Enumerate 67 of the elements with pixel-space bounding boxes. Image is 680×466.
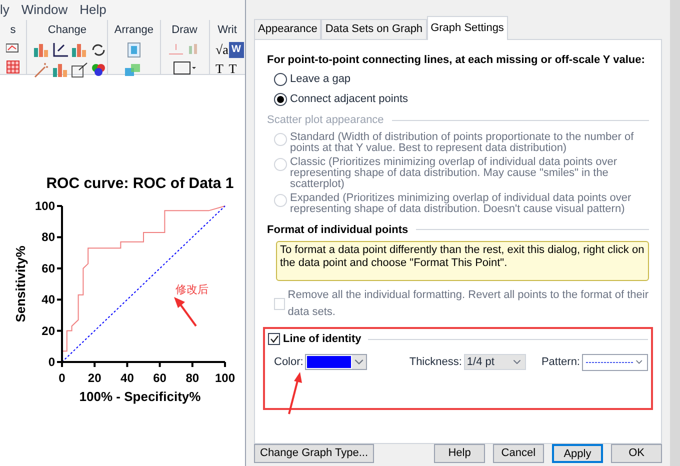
chart-icon[interactable] bbox=[6, 42, 20, 56]
dialog-button[interactable]: Help bbox=[434, 444, 485, 463]
ribbon-group-label: s bbox=[10, 23, 16, 38]
dialog-button[interactable]: Change Graph Type... bbox=[254, 444, 374, 463]
field-label: Color: bbox=[274, 354, 304, 370]
field-label: Pattern: bbox=[541, 354, 580, 370]
ribbon-group-label: Writ bbox=[218, 23, 237, 38]
text-tool[interactable]: T bbox=[228, 60, 239, 76]
radio-label: Classic (Prioritizes minimizing overlap of individual data points over representing shape of data distribution. May cause "smiles" in the scatterplot) bbox=[290, 156, 618, 190]
dialog-button[interactable]: Cancel bbox=[492, 444, 544, 463]
hint-box: To format a data point differently than the rest, exit this dialog, right click on the data point and choose "Format This Point". bbox=[276, 241, 649, 281]
axis-title: Sensitivity% bbox=[13, 246, 28, 322]
radio-label: Leave a gap bbox=[290, 72, 351, 87]
ribbon-group-label: Arrange bbox=[114, 23, 154, 38]
rectangle-icon[interactable] bbox=[172, 60, 196, 76]
pattern-dropdown[interactable] bbox=[582, 354, 648, 370]
tick-label: 60 bbox=[42, 261, 55, 276]
menu-item[interactable]: ly bbox=[0, 0, 10, 20]
tab[interactable]: Graph Settings bbox=[426, 16, 508, 40]
chart-title: ROC curve: ROC of Data 1 bbox=[46, 175, 234, 192]
check-icon bbox=[270, 335, 278, 344]
annotation-arrow bbox=[287, 371, 303, 415]
dialog-button[interactable]: OK bbox=[611, 444, 662, 463]
color-dropdown[interactable] bbox=[305, 354, 368, 370]
tick-label: 60 bbox=[153, 371, 166, 385]
checkbox[interactable] bbox=[268, 333, 280, 346]
frame-icon[interactable] bbox=[126, 42, 142, 58]
menu-item[interactable]: Help bbox=[80, 0, 106, 20]
checkbox-label: Remove all the individual formatting. Revert all points to the format of their data sets. bbox=[288, 288, 649, 320]
text-tool[interactable]: W bbox=[228, 42, 244, 58]
section-title: Format of individual points bbox=[267, 222, 408, 238]
dashed-line-icon bbox=[586, 360, 634, 364]
menu-item[interactable]: Window bbox=[21, 0, 68, 20]
chevron-down-icon bbox=[352, 355, 366, 369]
radio-button[interactable] bbox=[274, 92, 287, 106]
tab[interactable]: Appearance bbox=[254, 19, 322, 38]
thickness-dropdown[interactable]: 1/4 pt bbox=[464, 354, 526, 370]
ribbon-group-label: Draw bbox=[172, 23, 198, 38]
annotation-note: 修改后 bbox=[176, 284, 208, 296]
checkbox-label: Line of identity bbox=[283, 332, 362, 347]
annotation-arrow bbox=[174, 297, 197, 327]
tick-label: 100 bbox=[34, 199, 55, 213]
resize-icon[interactable] bbox=[71, 62, 90, 78]
tick-label: 0 bbox=[48, 355, 55, 369]
radio-label: Connect adjacent points bbox=[290, 92, 408, 106]
grid-icon[interactable] bbox=[6, 60, 20, 74]
radio-label: Expanded (Prioritizes minimizing overlap of individual data points over representing shape of data distribution. Doesn't cause visual pattern) bbox=[290, 192, 632, 214]
dialog-button[interactable]: Apply bbox=[552, 444, 604, 463]
tick-label: 80 bbox=[186, 371, 200, 385]
ribbon-group-label: Change bbox=[48, 23, 86, 38]
tick-label: 40 bbox=[42, 292, 55, 307]
field-label: Thickness: bbox=[409, 354, 462, 370]
radio-button[interactable] bbox=[274, 73, 287, 86]
tick-label: 40 bbox=[120, 371, 134, 385]
axes-icon[interactable] bbox=[52, 42, 70, 58]
text-tool[interactable]: √a bbox=[216, 42, 226, 58]
text-tool[interactable]: T bbox=[216, 60, 226, 76]
tick-label: 80 bbox=[42, 230, 55, 244]
tab[interactable]: Data Sets on Graph bbox=[321, 19, 427, 38]
radio-label: Standard (Width of distribution of points proportionate to the number of points at that Y value. Best to represent data distribution) bbox=[290, 132, 635, 154]
axis-title: 100% - Specificity% bbox=[79, 389, 201, 404]
tick-label: 0 bbox=[58, 371, 66, 385]
tick-label: 100 bbox=[214, 371, 236, 385]
section-title: Scatter plot appearance bbox=[267, 113, 384, 128]
section-title: For point-to-point connecting lines, at each missing or off-scale Y value: bbox=[267, 52, 645, 68]
tick-label: 20 bbox=[42, 324, 55, 338]
tick-label: 20 bbox=[88, 371, 102, 385]
